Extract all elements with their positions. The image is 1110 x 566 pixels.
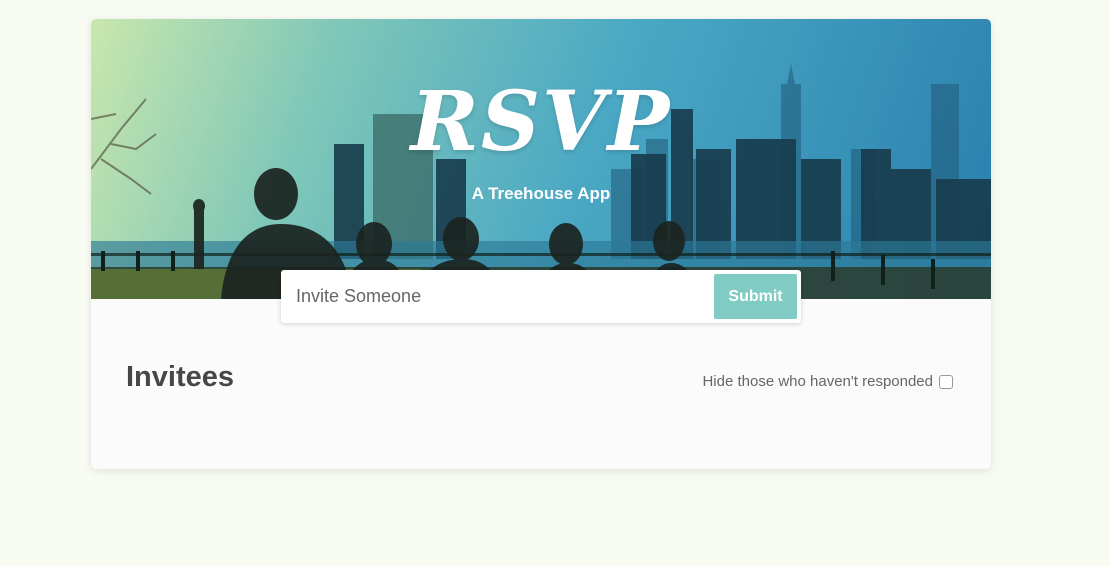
header-banner: RSVP A Treehouse App — [91, 19, 991, 299]
invite-input[interactable] — [281, 270, 701, 323]
invitees-heading: Invitees — [126, 361, 234, 393]
hide-unresponded-label: Hide those who haven't responded — [702, 373, 933, 390]
hide-unresponded-checkbox[interactable] — [939, 374, 953, 389]
app-title: RSVP — [410, 74, 672, 170]
submit-button[interactable]: Submit — [714, 274, 797, 319]
hide-unresponded-filter[interactable]: Hide those who haven't responded — [702, 373, 953, 390]
app-subtitle: A Treehouse App — [471, 184, 611, 203]
invite-form: Submit — [281, 270, 801, 323]
app-card: RSVP A Treehouse App Submit Invitees Hid… — [91, 19, 991, 469]
